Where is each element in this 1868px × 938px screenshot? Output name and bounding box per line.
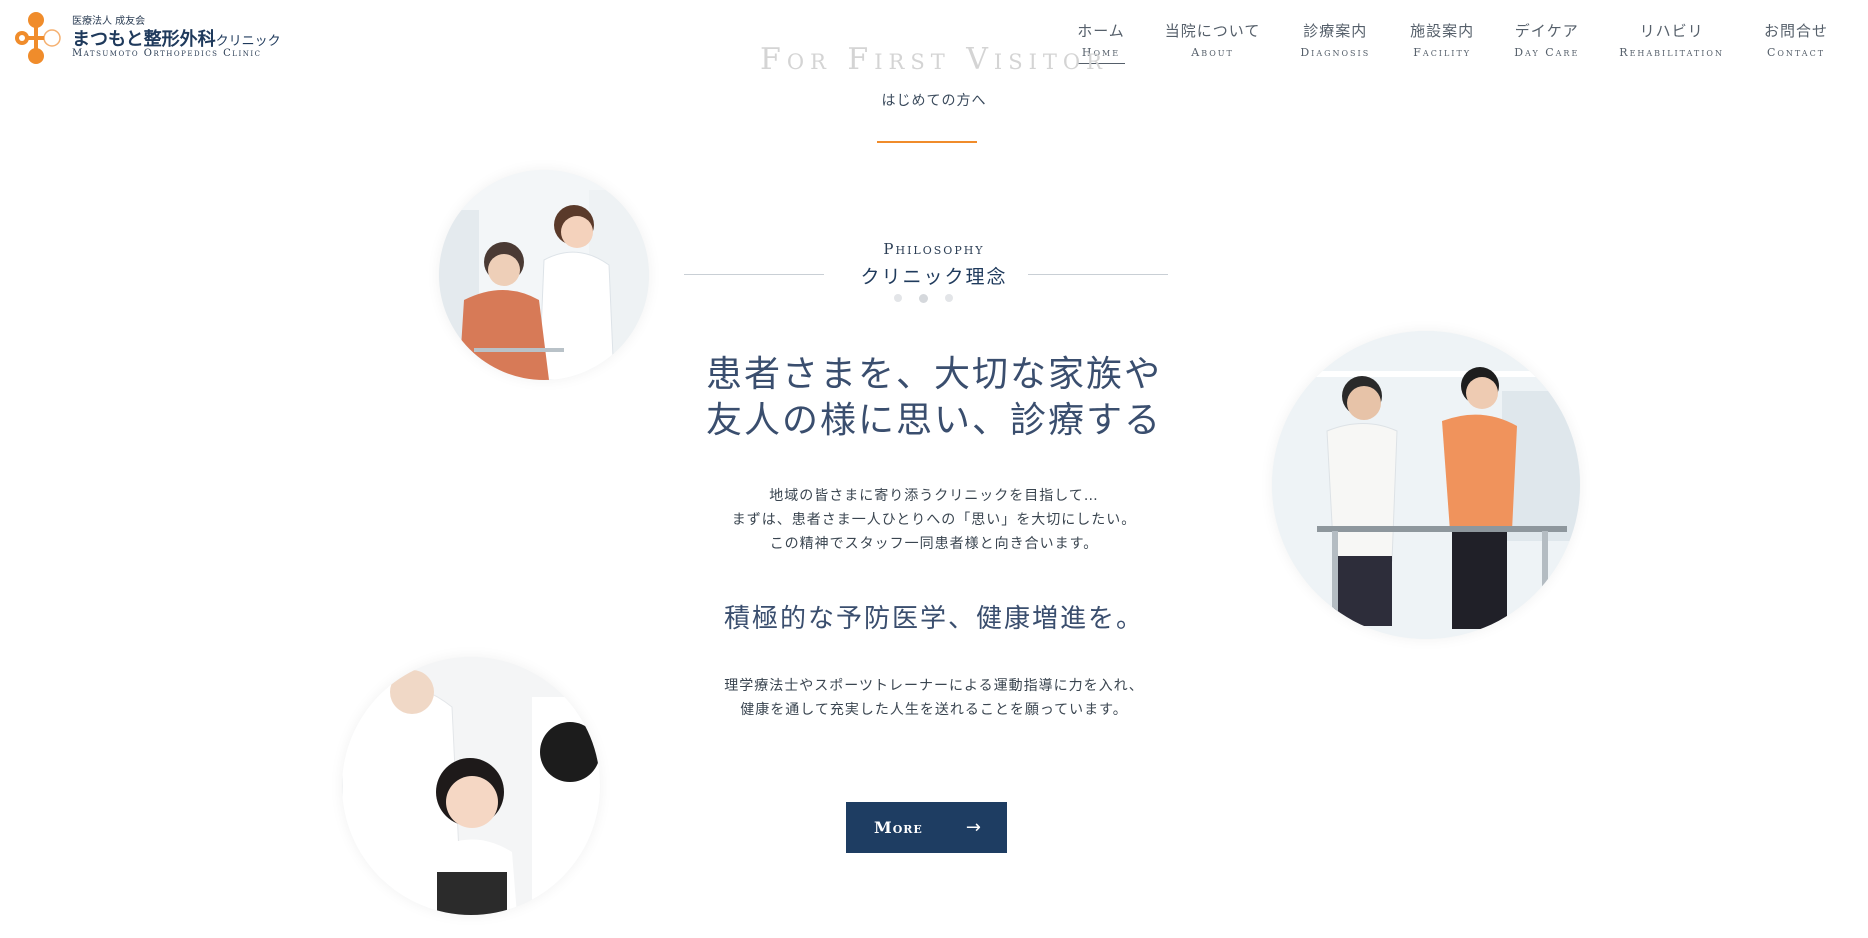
- philosophy-heading-ja: クリニック理念: [860, 266, 1008, 288]
- body2-line-1: 理学療法士やスポーツトレーナーによる運動指導に力を入れ、: [724, 678, 1144, 694]
- philosophy-subheading: 積極的な予防医学、健康増進を。: [723, 604, 1144, 634]
- slider-dot[interactable]: [894, 294, 902, 302]
- body1-line-1: 地域の皆さまに寄り添うクリニックを目指して…: [769, 488, 1099, 504]
- philosophy-body-1: 地域の皆さまに寄り添うクリニックを目指して… まずは、患者さま一人ひとりへの「思…: [0, 484, 1868, 556]
- nav-daycare-ja: デイケア: [1514, 22, 1579, 40]
- body2-line-2: 健康を通して充実した人生を送れることを願っています。: [740, 702, 1128, 718]
- philosophy-headline: 患者さまを、大切な家族や 友人の様に思い、診療する: [0, 352, 1868, 444]
- more-button-label: More: [874, 818, 923, 837]
- nav-home-ja: ホーム: [1077, 22, 1125, 40]
- philosophy-body-2: 理学療法士やスポーツトレーナーによる運動指導に力を入れ、 健康を通して充実した人…: [0, 674, 1868, 722]
- body1-line-2: まずは、患者さま一人ひとりへの「思い」を大切にしたい。: [731, 512, 1137, 528]
- body1-line-3: この精神でスタッフ一同患者様と向き合います。: [769, 536, 1099, 552]
- philosophy-heading-en: Philosophy: [883, 240, 985, 258]
- slider-dot-active[interactable]: [919, 294, 928, 303]
- headline-line-2: 友人の様に思い、診療する: [705, 400, 1162, 441]
- nav-about-ja: 当院について: [1164, 22, 1261, 40]
- slider-dot[interactable]: [945, 294, 953, 302]
- nav-diagnosis-ja: 診療案内: [1303, 22, 1368, 40]
- arrow-right-icon: →: [965, 817, 981, 838]
- slider-dots: [894, 294, 953, 303]
- first-visitor-heading-en: For First Visitor: [760, 42, 1108, 77]
- nav-rehabilitation-ja: リハビリ: [1639, 22, 1704, 40]
- more-button[interactable]: More →: [846, 802, 1007, 853]
- nav-contact-ja: お問合せ: [1763, 22, 1828, 40]
- nav-facility-ja: 施設案内: [1410, 22, 1475, 40]
- headline-line-1: 患者さまを、大切な家族や: [705, 354, 1162, 395]
- section-divider: [877, 141, 977, 143]
- first-visitor-heading-ja: はじめての方へ: [881, 93, 987, 109]
